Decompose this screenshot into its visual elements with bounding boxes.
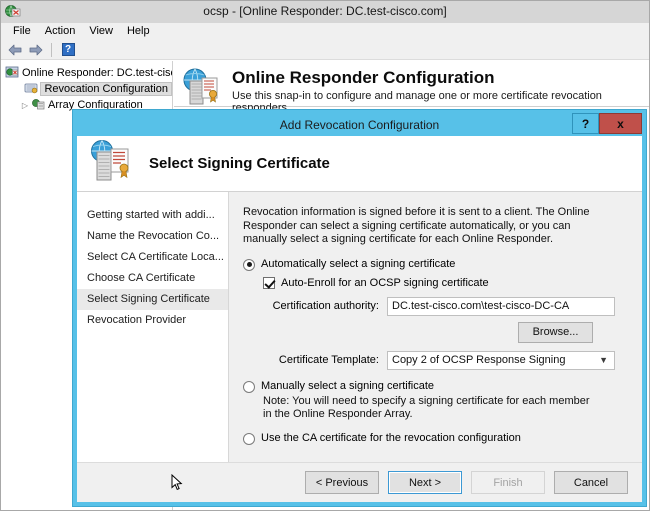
manual-note: Note: You will need to specify a signing…	[263, 394, 590, 421]
tree-root-online-responder[interactable]: Online Responder: DC.test-cisco.co	[5, 65, 172, 81]
help-glyph: ?	[61, 43, 75, 56]
dialog-help-button[interactable]: ?	[572, 113, 599, 134]
chevron-down-icon: ▼	[599, 354, 608, 365]
step-getting-started[interactable]: Getting started with addi...	[77, 205, 228, 226]
menu-help[interactable]: Help	[121, 24, 158, 39]
window-titlebar: ocsp - [Online Responder: DC.test-cisco.…	[1, 1, 649, 23]
tree-root-label: Online Responder: DC.test-cisco.co	[22, 67, 172, 79]
wizard-steps: Getting started with addi... Name the Re…	[77, 192, 229, 464]
dialog-banner: Select Signing Certificate	[77, 136, 642, 192]
dialog-titlebar: Add Revocation Configuration ? x	[77, 113, 642, 136]
details-title: Online Responder Configuration	[232, 68, 495, 87]
previous-button[interactable]: < Previous	[305, 471, 379, 494]
online-responder-banner-icon	[182, 67, 222, 110]
certification-authority-label: Certification authority:	[272, 300, 379, 312]
certification-authority-input[interactable]: DC.test-cisco.com\test-cisco-DC-CA	[387, 296, 615, 316]
toolbar-separator	[51, 42, 52, 57]
window-title: ocsp - [Online Responder: DC.test-cisco.…	[203, 4, 447, 18]
certification-authority-row: Certification authority: DC.test-cisco.c…	[265, 296, 628, 316]
certificate-template-label: Certificate Template:	[278, 354, 379, 366]
dialog-footer: < Previous Next > Finish Cancel	[77, 462, 642, 502]
tree-item-revocation-label: Revocation Configuration	[40, 82, 172, 96]
intro-description: Revocation information is signed before …	[243, 206, 590, 245]
checkbox-auto-enroll[interactable]: Auto-Enroll for an OCSP signing certific…	[263, 276, 628, 289]
radio-automatic-label: Automatically select a signing certifica…	[261, 257, 456, 270]
toolbar: ?	[1, 40, 649, 60]
browse-button[interactable]: Browse...	[518, 321, 593, 343]
back-arrow-icon[interactable]	[6, 42, 24, 58]
radio-manual-indicator	[243, 380, 255, 393]
radio-manual-label: Manually select a signing certificate	[261, 379, 435, 392]
radio-automatic-indicator	[243, 258, 255, 271]
checkbox-auto-enroll-label: Auto-Enroll for an OCSP signing certific…	[281, 276, 489, 289]
add-revocation-configuration-dialog: Add Revocation Configuration ? x Select …	[73, 110, 646, 506]
step-select-signing-certificate[interactable]: Select Signing Certificate	[77, 289, 228, 310]
certificate-template-row: Certificate Template: Copy 2 of OCSP Res…	[265, 350, 628, 370]
menu-view[interactable]: View	[83, 24, 121, 39]
array-configuration-icon	[31, 97, 45, 114]
details-header: Online Responder Configuration Use this …	[174, 61, 649, 114]
step-name-revocation-config[interactable]: Name the Revocation Co...	[77, 226, 228, 247]
radio-automatically-select[interactable]: Automatically select a signing certifica…	[243, 258, 628, 271]
radio-use-ca-indicator	[243, 432, 255, 445]
dialog-content: Revocation information is signed before …	[229, 192, 642, 464]
certificate-template-select[interactable]: Copy 2 of OCSP Response Signing ▼	[387, 350, 615, 370]
dialog-banner-title: Select Signing Certificate	[149, 155, 330, 172]
menu-bar: File Action View Help	[1, 23, 649, 40]
radio-manually-select[interactable]: Manually select a signing certificate	[243, 380, 628, 393]
help-icon[interactable]: ?	[59, 42, 77, 58]
forward-arrow-icon[interactable]	[26, 42, 44, 58]
dialog-close-button[interactable]: x	[599, 113, 642, 134]
step-select-ca-certificate-location[interactable]: Select CA Certificate Loca...	[77, 247, 228, 268]
certificate-template-value: Copy 2 of OCSP Response Signing	[392, 354, 566, 366]
radio-use-ca-certificate[interactable]: Use the CA certificate for the revocatio…	[243, 432, 628, 445]
dialog-main: Getting started with addi... Name the Re…	[77, 192, 642, 464]
next-button[interactable]: Next >	[388, 471, 462, 494]
step-revocation-provider[interactable]: Revocation Provider	[77, 310, 228, 331]
checkbox-auto-enroll-indicator	[263, 276, 275, 289]
revocation-configuration-icon	[24, 81, 38, 98]
tree-expander-array[interactable]: ▷	[19, 101, 31, 110]
dialog-window-buttons: ? x	[572, 113, 642, 134]
menu-file[interactable]: File	[7, 24, 39, 39]
finish-button: Finish	[471, 471, 545, 494]
tree-item-revocation-configuration[interactable]: Revocation Configuration	[5, 81, 172, 97]
mmc-window: ocsp - [Online Responder: DC.test-cisco.…	[0, 0, 650, 511]
step-choose-ca-certificate[interactable]: Choose CA Certificate	[77, 268, 228, 289]
cancel-button[interactable]: Cancel	[554, 471, 628, 494]
menu-action[interactable]: Action	[39, 24, 84, 39]
radio-use-ca-label: Use the CA certificate for the revocatio…	[261, 431, 521, 444]
dialog-title: Add Revocation Configuration	[279, 118, 440, 132]
signing-certificate-banner-icon	[89, 139, 135, 188]
online-responder-node-icon	[5, 65, 19, 82]
